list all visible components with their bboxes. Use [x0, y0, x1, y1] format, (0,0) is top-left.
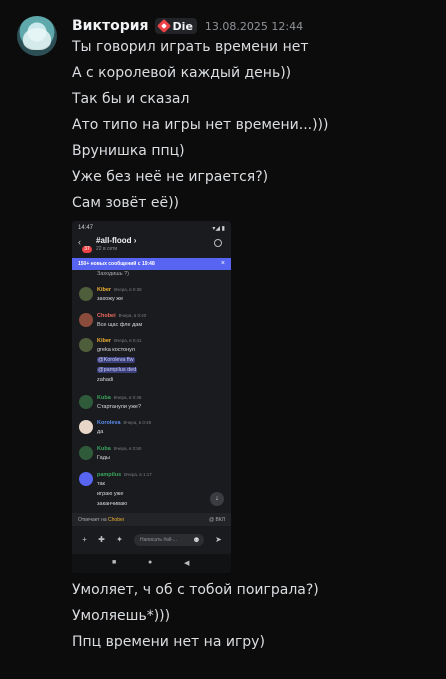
avatar — [79, 446, 93, 460]
emoji-icon: ☻ — [192, 535, 201, 544]
back-icon: ◀ — [184, 560, 190, 567]
message-text: так — [97, 481, 105, 487]
search-icon — [214, 239, 222, 247]
message-text: @pampilus ded — [97, 367, 138, 373]
author-name: pampilus Вчера, в 1:17 — [97, 472, 152, 478]
author-name: Kuba Вчера, в 0:50 — [97, 446, 142, 452]
tag-icon — [156, 18, 171, 34]
previous-message-text: Заходишь ?) — [97, 271, 129, 277]
message-line: Ты говорил играть времени нет — [72, 39, 309, 55]
message-text: заканчиваю — [97, 501, 128, 507]
timestamp: 13.08.2025 12:44 — [204, 19, 304, 33]
author-name: Kuba Вчера, в 0:49 — [97, 395, 142, 401]
input-placeholder: Написать #all-... — [140, 537, 177, 543]
channel-subtitle: 22 в сети — [96, 246, 118, 252]
plus-icon: + — [82, 535, 87, 544]
message-line: Ато типо на игры нет времени...))) — [72, 117, 329, 133]
reply-prefix: Отвечает на — [78, 517, 107, 523]
status-time: 14:47 — [78, 225, 94, 231]
message-text: играю уже — [97, 491, 124, 497]
close-icon: × — [220, 260, 225, 267]
message-composer: + ✚ ✦ Написать #all-... ☻ ➤ — [72, 529, 231, 551]
banner-text: 150+ новых сообщений с 19:48 — [78, 261, 155, 267]
gamepad-icon: ✚ — [98, 535, 105, 544]
message-line: Ппц времени нет на игру) — [72, 634, 265, 650]
new-messages-banner: 150+ новых сообщений с 19:48 × — [72, 258, 231, 270]
avatar — [79, 313, 93, 327]
message-line: Умоляет, ч об с тобой поиграла?) — [72, 582, 319, 598]
mention-toggle: @ ВКЛ — [209, 517, 225, 523]
author-name: Kiber Вчера, в 0:38 — [97, 287, 142, 293]
message-line: Сам зовёт её)) — [72, 195, 179, 211]
android-nav-bar: ■ ● ◀ — [72, 554, 231, 573]
chat-message: Виктория Die 13.08.2025 12:44 Ты говорил… — [0, 0, 446, 679]
message-line: Уже без неё не играется?) — [72, 169, 269, 185]
image-attachment[interactable]: 14:47 ▾◢ ▮ ‹ 37 #all-flood › 22 в сети 1… — [72, 221, 231, 573]
message-line: Так бы и сказал — [72, 91, 190, 107]
reply-bar: Отвечает на Chobei @ ВКЛ — [72, 513, 231, 526]
username[interactable]: Виктория — [72, 18, 149, 34]
message-header: Виктория Die 13.08.2025 12:44 — [72, 16, 303, 36]
message-text: да — [97, 429, 104, 435]
apps-icon: ✦ — [116, 535, 123, 544]
avatar — [79, 287, 93, 301]
avatar — [79, 420, 93, 434]
avatar[interactable] — [17, 16, 57, 56]
message-line: Врунишка ппц) — [72, 143, 185, 159]
channel-name: #all-flood › — [96, 236, 137, 245]
author-name: Koroleva Вчера, в 0:49 — [97, 420, 152, 426]
message-text: zahadi — [97, 377, 114, 383]
scroll-down-icon: ↓ — [210, 492, 224, 506]
message-text: greka костонул — [97, 347, 135, 353]
message-text: @Koroleva flw — [97, 357, 135, 363]
server-tag[interactable]: Die — [154, 18, 197, 34]
send-icon: ➤ — [215, 535, 222, 544]
home-icon: ● — [148, 559, 153, 566]
status-icons: ▾◢ ▮ — [212, 226, 225, 232]
author-name: Kiber Вчера, в 0:41 — [97, 338, 142, 344]
recents-icon: ■ — [112, 559, 117, 566]
author-name: Chobei Вчера, в 0:40 — [97, 313, 147, 319]
message-line: А с королевой каждый день)) — [72, 65, 292, 81]
unread-badge: 37 — [82, 246, 92, 253]
message-line: Умоляешь*))) — [72, 608, 171, 624]
back-arrow-icon: ‹ — [78, 237, 81, 247]
message-text: Все щас фле дам — [97, 322, 143, 328]
message-text: Стартанули уже? — [97, 404, 142, 410]
avatar — [79, 395, 93, 409]
avatar — [79, 472, 93, 486]
reply-author: Chobei — [108, 517, 124, 523]
message-text: захожу же — [97, 296, 124, 302]
server-tag-label: Die — [172, 19, 193, 33]
avatar — [79, 338, 93, 352]
message-text: Гады — [97, 455, 110, 461]
